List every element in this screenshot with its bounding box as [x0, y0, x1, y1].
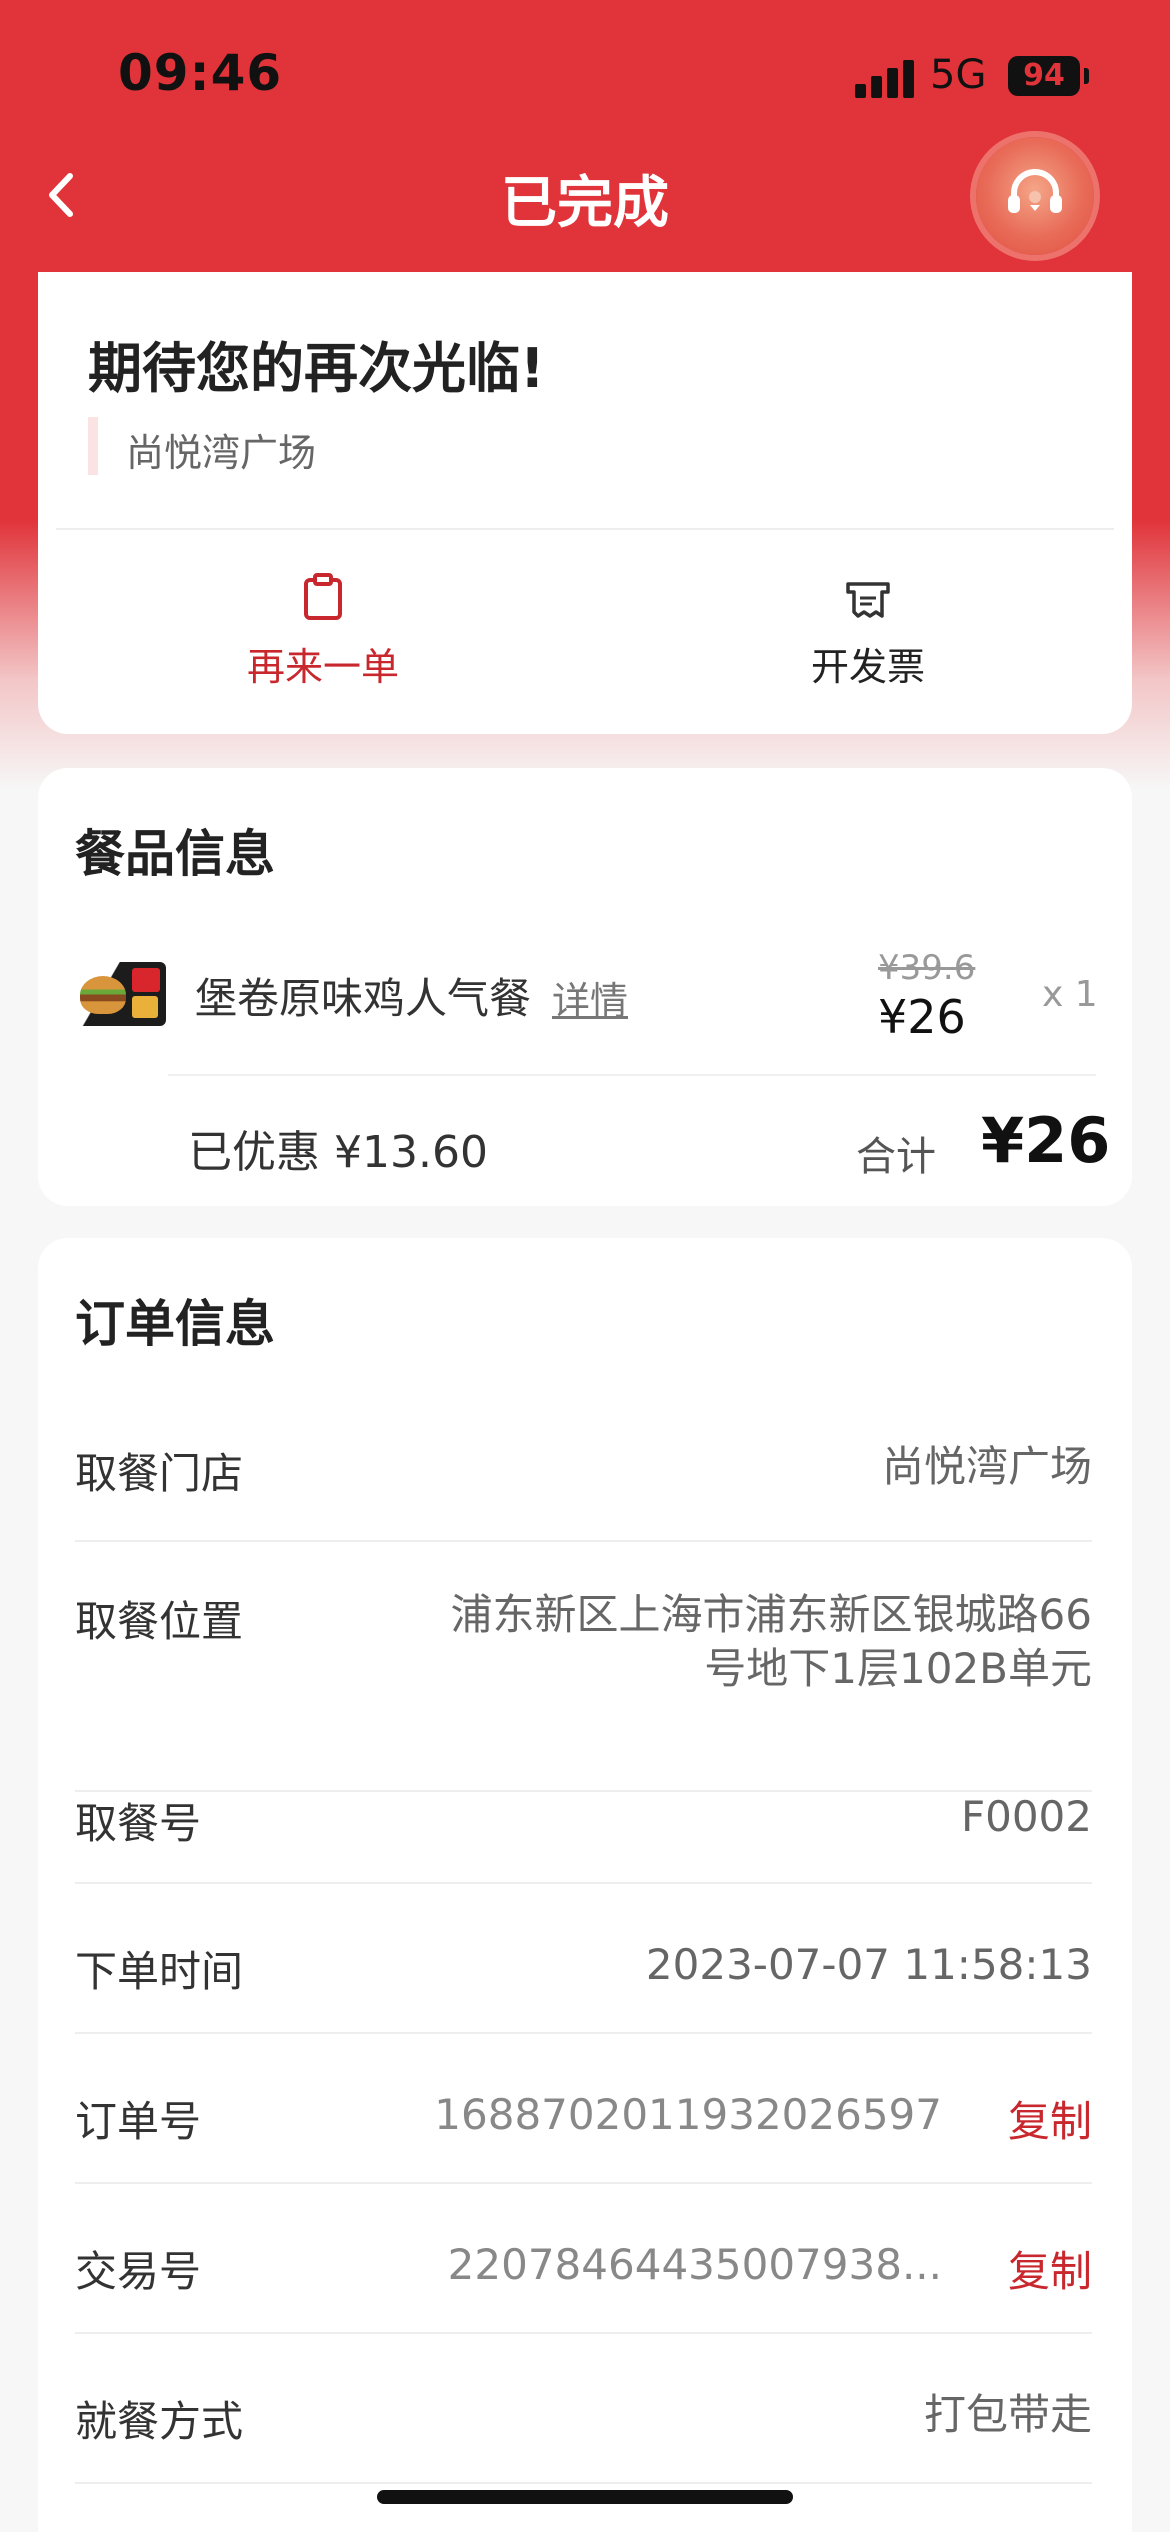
order-info-title: 订单信息 — [75, 1295, 275, 1353]
location-line-2: 号地下1层102B单元 — [704, 1644, 1092, 1693]
row-value: 2023-07-07 11:58:13 — [645, 1940, 1092, 1989]
row-value: 浦东新区上海市浦东新区银城路66 号地下1层102B单元 — [451, 1588, 1092, 1696]
copy-order-number-button[interactable]: 复制 — [1008, 2088, 1092, 2149]
divider — [75, 2032, 1092, 2034]
reorder-button[interactable]: 再来一单 — [173, 572, 473, 691]
row-label: 取餐门店 — [75, 1449, 244, 1498]
divider — [75, 1882, 1092, 1884]
divider — [56, 528, 1114, 530]
row-label: 交易号 — [75, 2247, 202, 2296]
invoice-button[interactable]: 开发票 — [718, 572, 1018, 691]
store-accent-bar — [88, 417, 98, 475]
food-detail-link[interactable]: 详情 — [552, 970, 628, 1025]
discount-amount: 已优惠 ¥13.60 — [188, 1127, 488, 1178]
divider — [75, 1790, 1092, 1792]
row-label: 就餐方式 — [75, 2397, 244, 2446]
clipboard-icon — [304, 573, 342, 620]
divider — [75, 2482, 1092, 2484]
row-label: 订单号 — [75, 2097, 202, 2146]
row-value: F0002 — [960, 1792, 1092, 1841]
divider — [75, 2182, 1092, 2184]
invoice-label: 开发票 — [810, 645, 925, 689]
store-name: 尚悦湾广场 — [126, 431, 317, 475]
location-line-1: 浦东新区上海市浦东新区银城路66 — [450, 1590, 1092, 1639]
original-price: ¥39.6 — [878, 948, 976, 988]
row-label: 取餐号 — [75, 1799, 202, 1848]
meal-info-card: 餐品信息 堡卷原味鸡人气餐 详情 ¥39.6 ¥26 x 1 已优惠 ¥13.6… — [38, 768, 1132, 1206]
order-number-value: 1688702011932026597 — [434, 2090, 942, 2139]
fries-image — [132, 996, 158, 1018]
signal-icon — [855, 58, 915, 98]
row-label: 下单时间 — [75, 1947, 244, 1996]
receipt-icon — [846, 582, 890, 618]
item-quantity: x 1 — [1042, 974, 1098, 1015]
thanks-title: 期待您的再次光临! — [88, 337, 545, 400]
row-value: 尚悦湾广场 — [881, 1442, 1092, 1491]
divider — [75, 1540, 1092, 1542]
order-summary-card: 期待您的再次光临! 尚悦湾广场 再来一单 开发票 — [38, 272, 1132, 734]
network-type: 5G — [930, 52, 987, 98]
reorder-label: 再来一单 — [246, 645, 399, 689]
order-info-card: 订单信息 取餐门店 尚悦湾广场 取餐位置 浦东新区上海市浦东新区银城路66 号地… — [38, 1238, 1132, 2532]
meal-info-title: 餐品信息 — [75, 825, 275, 883]
brand-badge — [132, 968, 160, 992]
status-bar: 09:46 5G 94 — [0, 0, 1170, 150]
status-time: 09:46 — [118, 44, 283, 102]
battery-tip — [1084, 68, 1089, 84]
item-price: ¥26 — [878, 990, 966, 1044]
transaction-number-value: 22078464435007938... — [447, 2240, 942, 2289]
battery-icon: 94 — [1008, 56, 1080, 96]
burger-image — [80, 976, 126, 1014]
headset-icon — [1008, 169, 1062, 213]
row-label: 取餐位置 — [75, 1597, 244, 1646]
total-value: ¥26 — [981, 1104, 1111, 1177]
divider — [75, 2332, 1092, 2334]
divider — [168, 1074, 1096, 1076]
food-thumbnail — [74, 962, 166, 1026]
home-indicator[interactable] — [377, 2490, 793, 2504]
copy-transaction-number-button[interactable]: 复制 — [1008, 2238, 1092, 2299]
total-label: 合计 — [856, 1134, 936, 1180]
row-value: 打包带走 — [923, 2390, 1092, 2439]
food-name: 堡卷原味鸡人气餐 — [195, 974, 532, 1023]
customer-service-button[interactable] — [976, 137, 1094, 255]
